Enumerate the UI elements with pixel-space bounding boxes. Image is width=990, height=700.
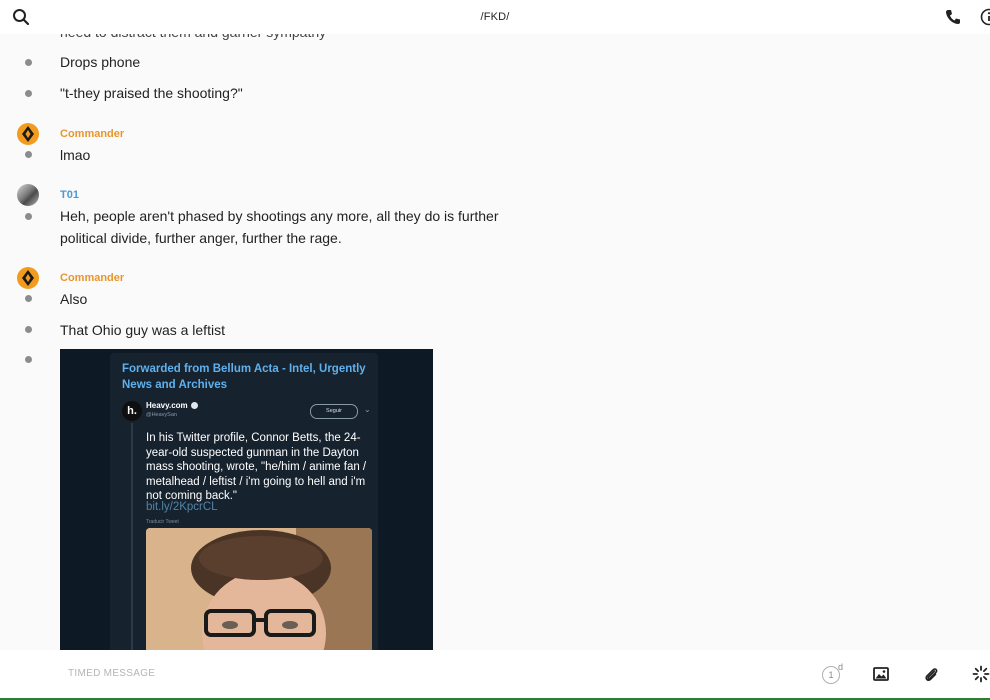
message-bullet: [25, 213, 32, 220]
tweet-translate: Traducir Tweet: [146, 519, 179, 525]
paperclip-icon[interactable]: [922, 665, 940, 683]
forwarded-from-label: Forwarded from Bellum Acta - Intel, Urge…: [122, 363, 366, 391]
message-text: That Ohio guy was a leftist: [60, 322, 225, 338]
message-text: need to distract them and garner sympath…: [60, 34, 326, 43]
message-text: Heh, people aren't phased by shootings a…: [60, 208, 499, 224]
phone-icon[interactable]: [944, 8, 962, 26]
tweet-account-logo: h.: [122, 401, 142, 421]
tweet-handle: @HeavySan: [146, 412, 177, 418]
sender-name[interactable]: Commander: [60, 128, 124, 140]
tweet-account-label: Heavy.com: [146, 401, 188, 410]
message-bullet: [25, 295, 32, 302]
spinner-icon[interactable]: [972, 665, 990, 683]
commander-emblem-icon: [22, 126, 34, 142]
chat-title: /FKD/: [480, 11, 510, 23]
forwarded-card: Forwarded from Bellum Acta - Intel, Urge…: [110, 353, 378, 650]
message-bullet: [25, 326, 32, 333]
tweet-account-name: Heavy.com: [146, 401, 198, 410]
message-bullet: [25, 90, 32, 97]
commander-emblem-icon: [22, 270, 34, 286]
message-text: political divide, further anger, further…: [60, 230, 342, 246]
tweet-text: In his Twitter profile, Connor Betts, th…: [146, 432, 367, 502]
message-text: Drops phone: [60, 54, 141, 70]
message-bullet: [25, 151, 32, 158]
message-text: lmao: [60, 147, 91, 163]
info-icon[interactable]: [980, 8, 990, 26]
verified-icon: [190, 402, 198, 410]
tweet-follow-button: Seguir: [310, 404, 358, 419]
tweet-thread-rail: [131, 423, 133, 650]
sender-name[interactable]: T01: [60, 189, 79, 201]
image-icon[interactable]: [872, 665, 890, 683]
message-bullet: [25, 59, 32, 66]
message-feed[interactable]: need to distract them and garner sympath…: [0, 34, 990, 650]
message-text: Also: [60, 291, 88, 307]
composer-bar: TIMED MESSAGE 1 d: [0, 650, 990, 700]
chevron-down-icon: ⌄: [364, 405, 371, 414]
commander-avatar[interactable]: [17, 123, 39, 145]
chat-header: /FKD/: [0, 0, 990, 34]
forwarded-image[interactable]: Forwarded from Bellum Acta - Intel, Urge…: [60, 349, 433, 650]
sender-name[interactable]: Commander: [60, 272, 124, 284]
person-photo-illustration: [146, 528, 372, 650]
message-text: "t-they praised the shooting?": [60, 85, 243, 101]
commander-avatar[interactable]: [17, 267, 39, 289]
message-bullet: [25, 356, 32, 363]
t01-avatar[interactable]: [17, 184, 39, 206]
tweet-link: bit.ly/2KpcrCL: [146, 501, 218, 513]
tweet-photo: [146, 528, 372, 650]
timer-unit: d: [838, 662, 844, 672]
timed-message-input[interactable]: TIMED MESSAGE: [68, 668, 155, 679]
